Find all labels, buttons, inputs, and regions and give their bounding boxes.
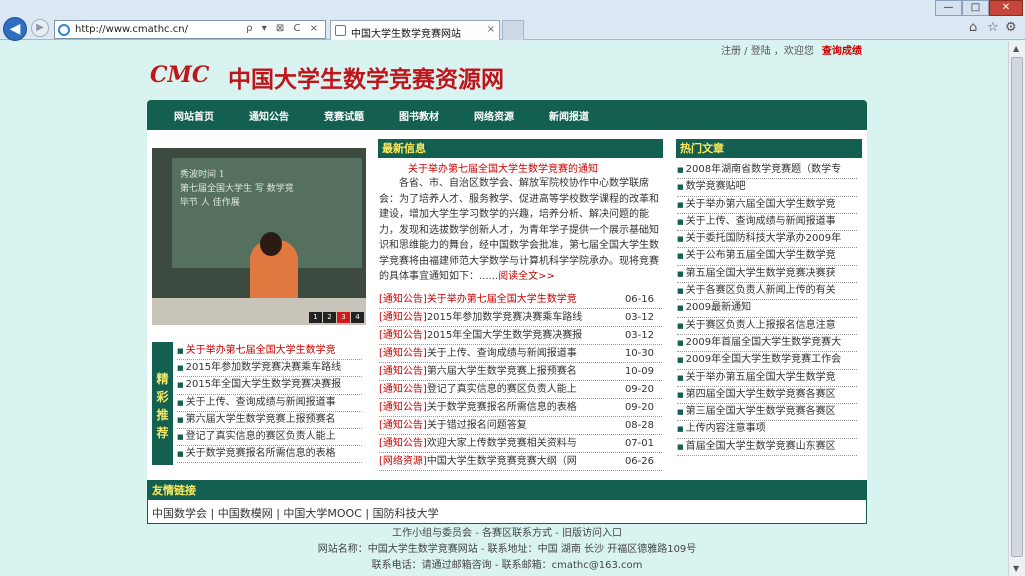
list-item[interactable]: ■ 关于举办第六届全国大学生数学竞 xyxy=(677,197,857,214)
top-links: 注册 / 登陆 ，欢迎您 查询成绩 xyxy=(721,42,862,57)
scroll-down-icon[interactable]: ▼ xyxy=(1013,564,1019,573)
address-url[interactable]: http://www.cmathc.cn/ xyxy=(75,24,188,35)
news-row[interactable]: [通知公告]登记了真实信息的赛区负责人能上 09-20 xyxy=(379,381,662,399)
forward-arrow-icon[interactable]: ▶ xyxy=(31,19,49,37)
favorites-star-icon[interactable]: ☆ xyxy=(987,20,999,35)
news-row[interactable]: [通知公告]关于数学竞赛报名所需信息的表格 09-20 xyxy=(379,399,662,417)
list-item[interactable]: ■ 第五届全国大学生数学竞赛决赛获 xyxy=(677,266,857,284)
link-shumo[interactable]: 中国数模网 xyxy=(218,507,273,520)
list-item[interactable]: ■ 第三届全国大学生数学竞赛各赛区 xyxy=(677,404,857,422)
list-item[interactable]: ■ 第四届全国大学生数学竞赛各赛区 xyxy=(677,387,857,405)
news-row[interactable]: [通知公告]第六届大学生数学竞赛上报预赛名 10-09 xyxy=(379,363,662,381)
list-item[interactable]: ■ 关于上传、查询成绩与新闻报道事 xyxy=(177,395,362,412)
nav-books[interactable]: 图书教材 xyxy=(399,108,439,123)
news-row[interactable]: [通知公告]关于举办第七届全国大学生数学竞 06-16 xyxy=(379,291,662,309)
footer-links[interactable]: 工作小组与委员会 - 各赛区联系方式 - 旧版访问入口 xyxy=(147,526,867,542)
link-cms[interactable]: 中国数学会 xyxy=(152,507,207,520)
address-bar[interactable]: http://www.cmathc.cn/ ρ ▾ ⊠ C × xyxy=(54,20,326,39)
list-item[interactable]: ■ 登记了真实信息的赛区负责人能上 xyxy=(177,429,362,447)
tab-title: 中国大学生数学竞赛网站 xyxy=(351,29,461,40)
list-item[interactable]: ■ 首届全国大学生数学竞赛山东赛区 xyxy=(677,439,857,457)
slide-page-1[interactable]: 1 xyxy=(309,312,322,323)
hot-articles-heading: 热门文章 xyxy=(676,139,862,158)
latest-news-heading: 最新信息 xyxy=(378,139,663,158)
query-scores-link[interactable]: 查询成绩 xyxy=(822,46,862,57)
scroll-up-icon[interactable]: ▲ xyxy=(1013,44,1019,53)
site-name: 中国大学生数学竞赛资源网 xyxy=(228,67,504,93)
minimize-button[interactable]: — xyxy=(935,0,962,16)
back-arrow-icon[interactable]: ◀ xyxy=(3,17,27,41)
friend-links-row: 中国数学会 | 中国数模网 | 中国大学MOOC | 国防科技大学 xyxy=(152,507,439,520)
list-item[interactable]: ■ 2009最新通知 xyxy=(677,300,857,318)
friend-links-box: 友情链接 中国数学会 | 中国数模网 | 中国大学MOOC | 国防科技大学 xyxy=(147,480,867,524)
news-row[interactable]: [通知公告]关于错过报名问题答复 08-28 xyxy=(379,417,662,435)
slideshow-pager: 1234 xyxy=(308,311,364,323)
list-item[interactable]: ■ 2015年全国大学生数学竞赛决赛报 xyxy=(177,377,362,395)
list-item[interactable]: ■ 第六届大学生数学竞赛上报预赛名 xyxy=(177,412,362,429)
list-item[interactable]: ■ 关于数学竞赛报名所需信息的表格 xyxy=(177,446,362,464)
nav-online-resources[interactable]: 网络资源 xyxy=(474,108,514,123)
news-row[interactable]: [通知公告]欢迎大家上传数学竞赛相关资料与 07-01 xyxy=(379,435,662,453)
link-nudt[interactable]: 国防科技大学 xyxy=(373,507,439,520)
nav-notices[interactable]: 通知公告 xyxy=(249,108,289,123)
list-item[interactable]: ■ 关于上传、查询成绩与新闻报道事 xyxy=(677,214,857,232)
new-tab-button[interactable] xyxy=(502,20,524,40)
list-item[interactable]: ■ 数学竞赛贴吧 xyxy=(677,179,857,197)
news-row[interactable]: [通知公告]关于上传、查询成绩与新闻报道事 10-30 xyxy=(379,345,662,363)
list-item[interactable]: ■ 关于赛区负责人上报报名信息注意 xyxy=(677,318,857,335)
photo-slideshow[interactable]: 秀波时间 1 第七届全国大学生 写 数学竞 毕节 人 佳作展 1234 xyxy=(152,148,366,325)
link-mooc[interactable]: 中国大学MOOC xyxy=(283,507,362,520)
login-register-link[interactable]: 注册 / 登陆 ，欢迎您 xyxy=(721,46,814,57)
read-more-link[interactable]: 阅读全文>> xyxy=(498,271,555,282)
cmc-logo-mark: CMC xyxy=(150,62,210,88)
list-item[interactable]: ■ 2009年首届全国大学生数学竞赛大 xyxy=(677,335,857,353)
hot-articles-list: ■ 2008年湖南省数学竞赛题（数学专 ■ 数学竞赛贴吧 ■ 关于举办第六届全国大学生… xyxy=(677,162,857,457)
footer-contact: 联系电话：请通过邮箱咨询 - 联系邮箱：cmathc@163.com xyxy=(371,560,643,571)
maximize-button[interactable]: □ xyxy=(962,0,989,16)
slide-page-2[interactable]: 2 xyxy=(323,312,336,323)
gear-icon[interactable]: ⚙ xyxy=(1005,20,1017,35)
list-item[interactable]: ■ 2009年全国大学生数学竞赛工作会 xyxy=(677,352,857,370)
blackboard-writing: 秀波时间 1 第七届全国大学生 写 数学竞 毕节 人 佳作展 xyxy=(180,170,294,208)
list-item[interactable]: ■ 关于各赛区负责人新闻上传的有关 xyxy=(677,283,857,301)
featured-news-body: 各省、市、自治区数学会、解放军院校协作中心数学联席会：为了培养人才、服务教学、促… xyxy=(379,178,659,282)
slide-page-3[interactable]: 3 xyxy=(337,312,350,323)
nav-home[interactable]: 网站首页 xyxy=(174,108,214,123)
main-nav: 网站首页 通知公告 竞赛试题 图书教材 网络资源 新闻报道 xyxy=(147,100,867,130)
ie-icon xyxy=(58,24,70,36)
list-item[interactable]: ■ 关于举办第七届全国大学生数学竞 xyxy=(177,343,362,361)
tab-close-icon[interactable]: × xyxy=(487,24,495,35)
list-item[interactable]: ■ 关于委托国防科技大学承办2009年 xyxy=(677,231,857,249)
news-row[interactable]: [通知公告]2015年全国大学生数学竞赛决赛报 03-12 xyxy=(379,327,662,345)
list-item[interactable]: ■ 关于举办第五届全国大学生数学竞 xyxy=(677,370,857,387)
list-item[interactable]: ■ 2015年参加数学竞赛决赛乘车路线 xyxy=(177,360,362,378)
close-window-button[interactable]: ✕ xyxy=(989,0,1023,16)
footer-address: 网站名称：中国大学生数学竞赛网站 - 联系地址：中国 湖南 长沙 开福区德雅路1… xyxy=(317,544,697,555)
news-row[interactable]: [网络资源]中国大学生数学竞赛竞赛大纲（网 06-26 xyxy=(379,453,662,471)
favicon-icon xyxy=(335,25,346,36)
scrollbar-thumb[interactable] xyxy=(1011,57,1023,557)
recommend-list: ■ 关于举办第七届全国大学生数学竞 ■ 2015年参加数学竞赛决赛乘车路线 ■ 201… xyxy=(177,343,362,464)
address-tools-icons[interactable]: ρ ▾ ⊠ C × xyxy=(246,23,321,34)
list-item[interactable]: ■ 2008年湖南省数学竞赛题（数学专 xyxy=(677,162,857,180)
news-list: [通知公告]关于举办第七届全国大学生数学竞 06-16 [通知公告]2015年参加… xyxy=(379,291,662,471)
list-item[interactable]: ■ 关于公布第五届全国大学生数学竞 xyxy=(677,248,857,266)
friend-links-heading: 友情链接 xyxy=(148,481,866,500)
browser-toolbar: ◀ ▶ http://www.cmathc.cn/ ρ ▾ ⊠ C × 中国大学… xyxy=(0,0,1025,41)
nav-exam-papers[interactable]: 竞赛试题 xyxy=(324,108,364,123)
vertical-scrollbar[interactable]: ▲ ▼ xyxy=(1008,41,1025,576)
nav-news[interactable]: 新闻报道 xyxy=(549,108,589,123)
browser-tab[interactable]: 中国大学生数学竞赛网站 × xyxy=(330,20,500,40)
recommend-tag: 精彩推荐 xyxy=(152,342,173,465)
featured-news-title[interactable]: 关于举办第七届全国大学生数学竞赛的通知 xyxy=(408,160,598,175)
speaker-head xyxy=(260,232,282,256)
footer: 工作小组与委员会 - 各赛区联系方式 - 旧版访问入口 网站名称：中国大学生数学… xyxy=(147,526,867,574)
news-row[interactable]: [通知公告]2015年参加数学竞赛决赛乘车路线 03-12 xyxy=(379,309,662,327)
list-item[interactable]: ■ 上传内容注意事项 xyxy=(677,421,857,439)
home-icon[interactable]: ⌂ xyxy=(969,20,977,35)
slide-page-4[interactable]: 4 xyxy=(351,312,364,323)
